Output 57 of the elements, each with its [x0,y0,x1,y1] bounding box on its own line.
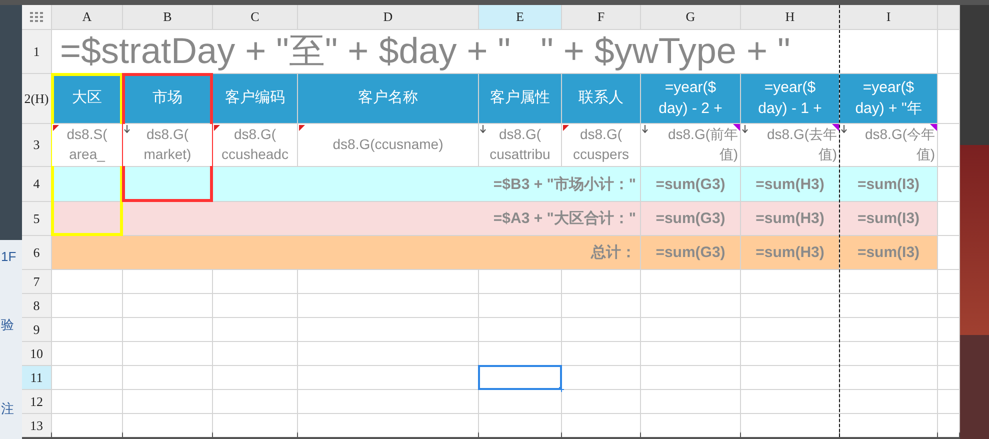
row-header[interactable]: 3 [22,124,51,166]
column-header[interactable]: E [479,5,561,29]
side-text: 注 [0,400,14,418]
row-header[interactable]: 5 [22,202,51,235]
summary-label: 总计： [52,236,640,269]
table-cell: ds8.S( area_ [52,124,122,166]
row-header[interactable]: 9 [22,318,51,341]
row-header[interactable]: 2(H) [22,74,51,123]
row-header[interactable]: 1 [22,30,51,73]
select-all-icon[interactable] [22,5,51,29]
summary-label: =$A3 + "大区合计：" [123,202,640,235]
table-cell: ds8.G(前年 值) [641,124,740,166]
row-header[interactable]: 12 [22,390,51,413]
header-cell: 大区 [52,74,122,123]
column-header[interactable]: H [741,5,839,29]
row-header[interactable]: 10 [22,342,51,365]
sum-cell: =sum(I3) [840,167,937,201]
row-header[interactable]: 8 [22,294,51,317]
title-formula: =$stratDay + "至" + $day + " " + $ywType + " [52,30,937,73]
column-header[interactable]: C [213,5,297,29]
table-cell: ds8.G( ccusheadc [213,124,297,166]
header-cell: =year($ day) - 2 + [641,74,740,123]
sum-cell: =sum(H3) [741,167,839,201]
summary-label: =$B3 + "市场小计：" [123,167,640,201]
sum-cell: =sum(H3) [741,236,839,269]
column-header[interactable]: G [641,5,740,29]
table-cell: ds8.G( ccuspers [562,124,640,166]
table-cell: ds8.G(今年 值) [840,124,937,166]
column-header[interactable]: A [52,5,122,29]
header-cell: 客户属性 [479,74,561,123]
header-cell: 联系人 [562,74,640,123]
sum-cell: =sum(G3) [641,167,740,201]
table-cell: ds8.G( market) [123,124,212,166]
row-header[interactable]: 13 [22,414,51,437]
column-header[interactable]: B [123,5,212,29]
side-text: 1F [0,249,16,264]
sum-cell: =sum(I3) [840,202,937,235]
header-cell: 市场 [123,74,212,123]
column-header[interactable]: F [562,5,640,29]
row-header[interactable]: 7 [22,270,51,293]
table-cell: ds8.G( cusattribu [479,124,561,166]
table-cell: ds8.G(ccusname) [298,124,478,166]
sum-cell: =sum(H3) [741,202,839,235]
header-cell: 客户编码 [213,74,297,123]
side-text: 验 [0,316,14,334]
sum-cell: =sum(G3) [641,236,740,269]
sum-cell: =sum(I3) [840,236,937,269]
header-cell: =year($ day) + "年 [840,74,937,123]
table-cell: ds8.G(去年 值) [741,124,839,166]
sum-cell: =sum(G3) [641,202,740,235]
header-cell: =year($ day) - 1 + [741,74,839,123]
column-header[interactable]: D [298,5,478,29]
row-header[interactable]: 11 [22,366,51,389]
row-header[interactable]: 4 [22,167,51,201]
row-header[interactable]: 6 [22,236,51,269]
column-header[interactable]: I [840,5,937,29]
header-cell: 客户名称 [298,74,478,123]
